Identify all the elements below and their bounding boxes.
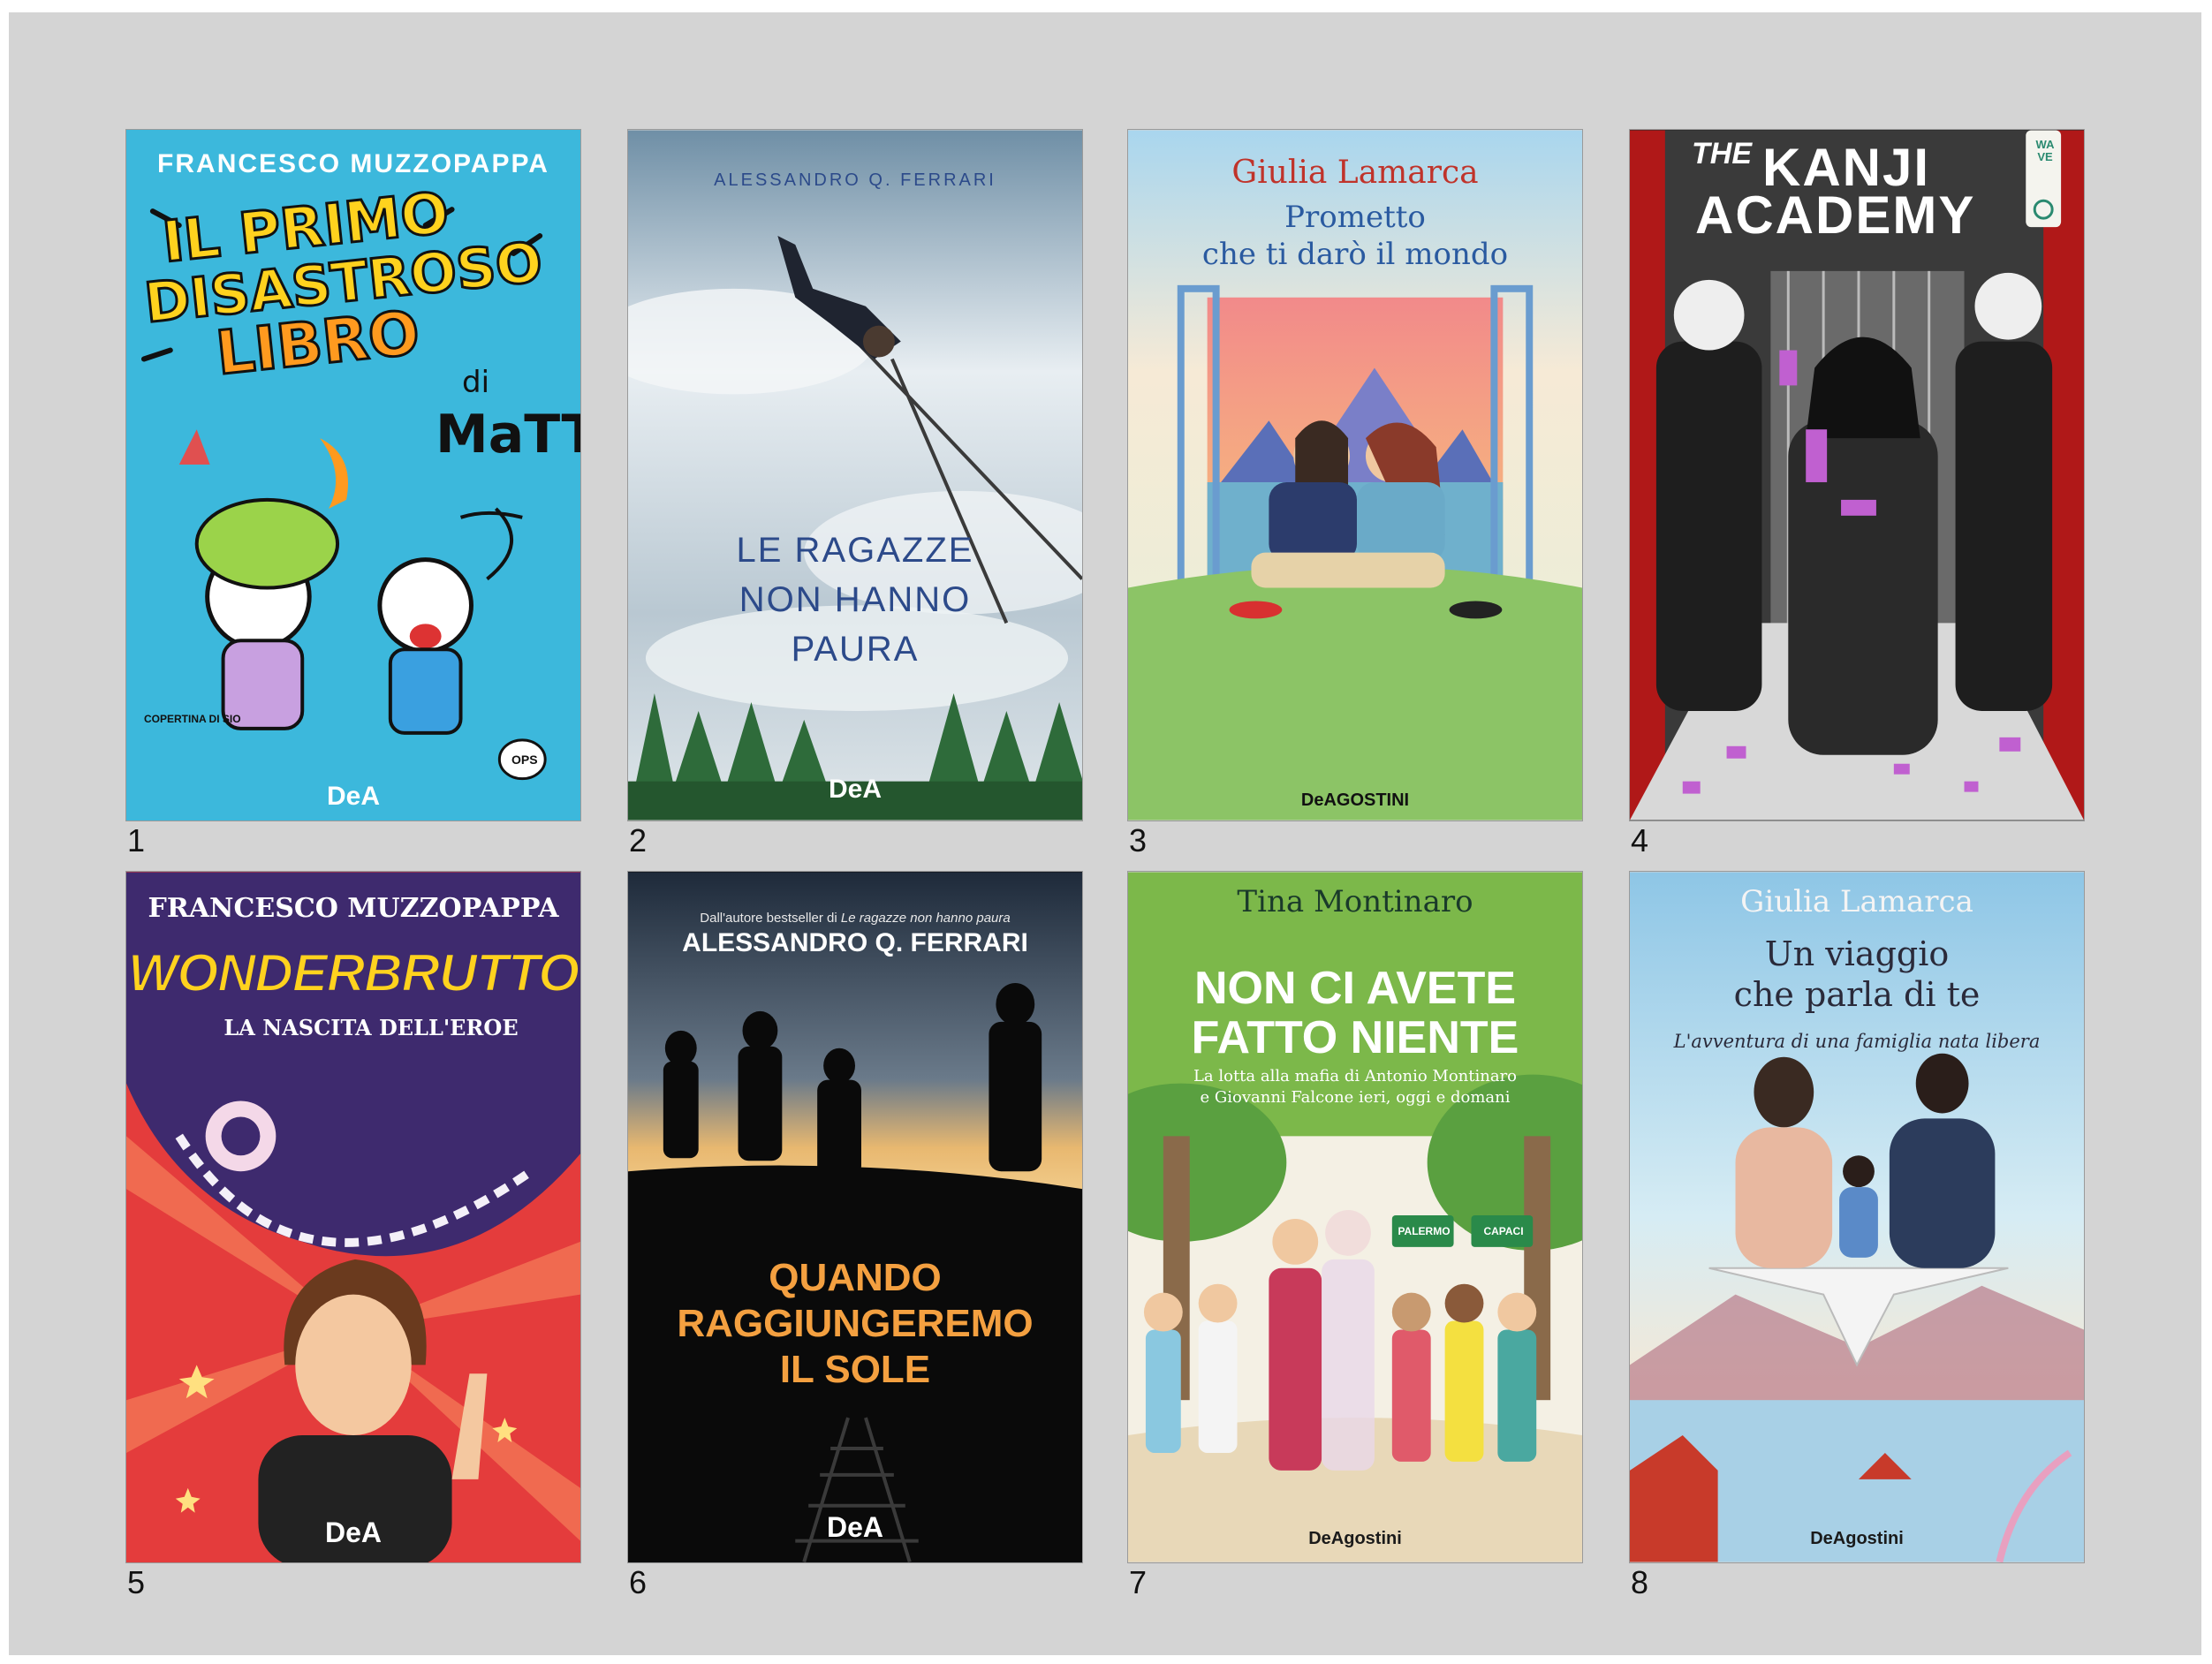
publisher-logo: DeA: [324, 1517, 382, 1548]
cover-credit: COPERTINA DI SIO: [144, 713, 241, 725]
book-title-prefix: THE: [1692, 137, 1752, 170]
publisher-logo: DeAgostini: [1810, 1529, 1904, 1548]
book-cover-7[interactable]: Tina Montinaro NON CI AVETE FATTO NIENTE…: [1127, 871, 1583, 1563]
book-title: Un viaggio che parla di te: [1630, 934, 2084, 1015]
book-subtitle-name: MaTT: [436, 404, 580, 465]
book-card-4[interactable]: THE KANJI ACADEMY WAVE 4: [1629, 129, 2085, 858]
book-subtitle: LA NASCITA DELL'EROE: [223, 1015, 519, 1040]
tagline-title: Le ragazze non hanno paura: [840, 911, 1011, 926]
title-line-1: Un viaggio: [1764, 934, 1950, 973]
book-author: FRANCESCO MUZZOPAPPA: [157, 149, 549, 178]
book-number: 5: [127, 1564, 146, 1600]
title-line-1: QUANDO: [769, 1256, 942, 1299]
book-author: FRANCESCO MUZZOPAPPA: [148, 893, 559, 924]
book-cover-2[interactable]: ALESSANDRO Q. FERRARI LE RAGAZZE NON HAN…: [627, 129, 1083, 821]
book-number: 1: [127, 822, 146, 858]
title-line-2: che parla di te: [1733, 975, 1981, 1014]
book-title-line-3: ACADEMY: [1695, 185, 1976, 245]
title-line-2: FATTO NIENTE: [1191, 1012, 1519, 1063]
book-cover-3[interactable]: Giulia Lamarca Prometto che ti darò il m…: [1127, 129, 1583, 821]
book-number: 7: [1129, 1564, 1148, 1600]
book-subtitle: di: [462, 365, 490, 400]
book-author: ALESSANDRO Q. FERRARI: [714, 170, 996, 190]
book-title: WONDERBRUTTO: [127, 942, 580, 1003]
book-tagline: Dall'autore bestseller di Le ragazze non…: [628, 911, 1082, 926]
book-cover-6[interactable]: Dall'autore bestseller di Le ragazze non…: [627, 871, 1083, 1563]
book-author: ALESSANDRO Q. FERRARI: [682, 928, 1028, 957]
book-author: Tina Montinaro: [1237, 884, 1473, 919]
book-title: LE RAGAZZE NON HANNO PAURA: [628, 526, 1082, 674]
road-sign-2: CAPACI: [1483, 1225, 1524, 1237]
book-card-6[interactable]: Dall'autore bestseller di Le ragazze non…: [627, 871, 1083, 1600]
book-title: NON CI AVETE FATTO NIENTE: [1128, 964, 1582, 1063]
book-grid-panel: FRANCESCO MUZZOPAPPA IL PRIMO DISASTROSO…: [9, 12, 2201, 1655]
credit-name: SIO: [222, 713, 241, 725]
book-subtitle: L'avventura di una famiglia nata libera: [1673, 1031, 2041, 1052]
publisher-logo: DeAGOSTINI: [1300, 790, 1410, 810]
book-title: IL PRIMO DISASTROSO LIBRO: [136, 179, 547, 391]
road-sign-1: PALERMO: [1398, 1225, 1451, 1237]
title-line-3: PAURA: [791, 630, 920, 669]
title-line-1: Prometto: [1284, 200, 1426, 235]
book-number: 2: [629, 822, 648, 858]
book-card-3[interactable]: Giulia Lamarca Prometto che ti darò il m…: [1127, 129, 1583, 858]
book-number: 8: [1631, 1564, 1649, 1600]
book-card-2[interactable]: ALESSANDRO Q. FERRARI LE RAGAZZE NON HAN…: [627, 129, 1083, 858]
publisher-logo: DeA: [326, 782, 380, 811]
cover-illustration-2: [628, 130, 1082, 821]
book-number: 6: [629, 1564, 648, 1600]
title-line-1: NON CI AVETE: [1193, 963, 1517, 1014]
tagline-prefix: Dall'autore bestseller di: [700, 911, 841, 926]
publisher-logo: DeAgostini: [1308, 1529, 1402, 1548]
speech-bubble: OPS: [511, 753, 538, 767]
book-title: QUANDO RAGGIUNGEREMO IL SOLE: [628, 1255, 1082, 1393]
book-card-8[interactable]: Giulia Lamarca Un viaggio che parla di t…: [1629, 871, 2085, 1600]
title-line-2: RAGGIUNGEREMO: [677, 1302, 1034, 1345]
book-author: Giulia Lamarca: [1231, 155, 1479, 191]
book-author: Giulia Lamarca: [1740, 884, 1973, 919]
publisher-logo: DeA: [828, 775, 882, 804]
book-cover-4[interactable]: THE KANJI ACADEMY WAVE: [1629, 129, 2085, 821]
book-cover-1[interactable]: FRANCESCO MUZZOPAPPA IL PRIMO DISASTROSO…: [125, 129, 581, 821]
book-subtitle: La lotta alla mafia di Antonio Montinaro…: [1128, 1066, 1582, 1108]
title-line-2: NON HANNO: [739, 580, 972, 619]
book-card-7[interactable]: Tina Montinaro NON CI AVETE FATTO NIENTE…: [1127, 871, 1583, 1600]
title-line-1: LE RAGAZZE: [736, 531, 974, 570]
imprint-label: WAVE: [2035, 138, 2055, 163]
subtitle-line-2: e Giovanni Falcone ieri, oggi e domani: [1200, 1088, 1511, 1107]
book-number: 4: [1631, 822, 1649, 858]
book-card-1[interactable]: FRANCESCO MUZZOPAPPA IL PRIMO DISASTROSO…: [125, 129, 581, 858]
book-card-5[interactable]: FRANCESCO MUZZOPAPPA WONDERBRUTTO LA NAS…: [125, 871, 581, 1600]
book-number: 3: [1129, 822, 1148, 858]
book-cover-8[interactable]: Giulia Lamarca Un viaggio che parla di t…: [1629, 871, 2085, 1563]
book-cover-5[interactable]: FRANCESCO MUZZOPAPPA WONDERBRUTTO LA NAS…: [125, 871, 581, 1563]
credit-label: COPERTINA DI: [144, 713, 220, 725]
cover-illustration-6: [628, 872, 1082, 1562]
title-line-3: IL SOLE: [779, 1348, 931, 1391]
subtitle-line-1: La lotta alla mafia di Antonio Montinaro: [1193, 1067, 1518, 1085]
publisher-logo: DeA: [826, 1511, 883, 1543]
title-line-2: che ti darò il mondo: [1201, 237, 1509, 272]
book-title: Prometto che ti darò il mondo: [1128, 199, 1582, 273]
